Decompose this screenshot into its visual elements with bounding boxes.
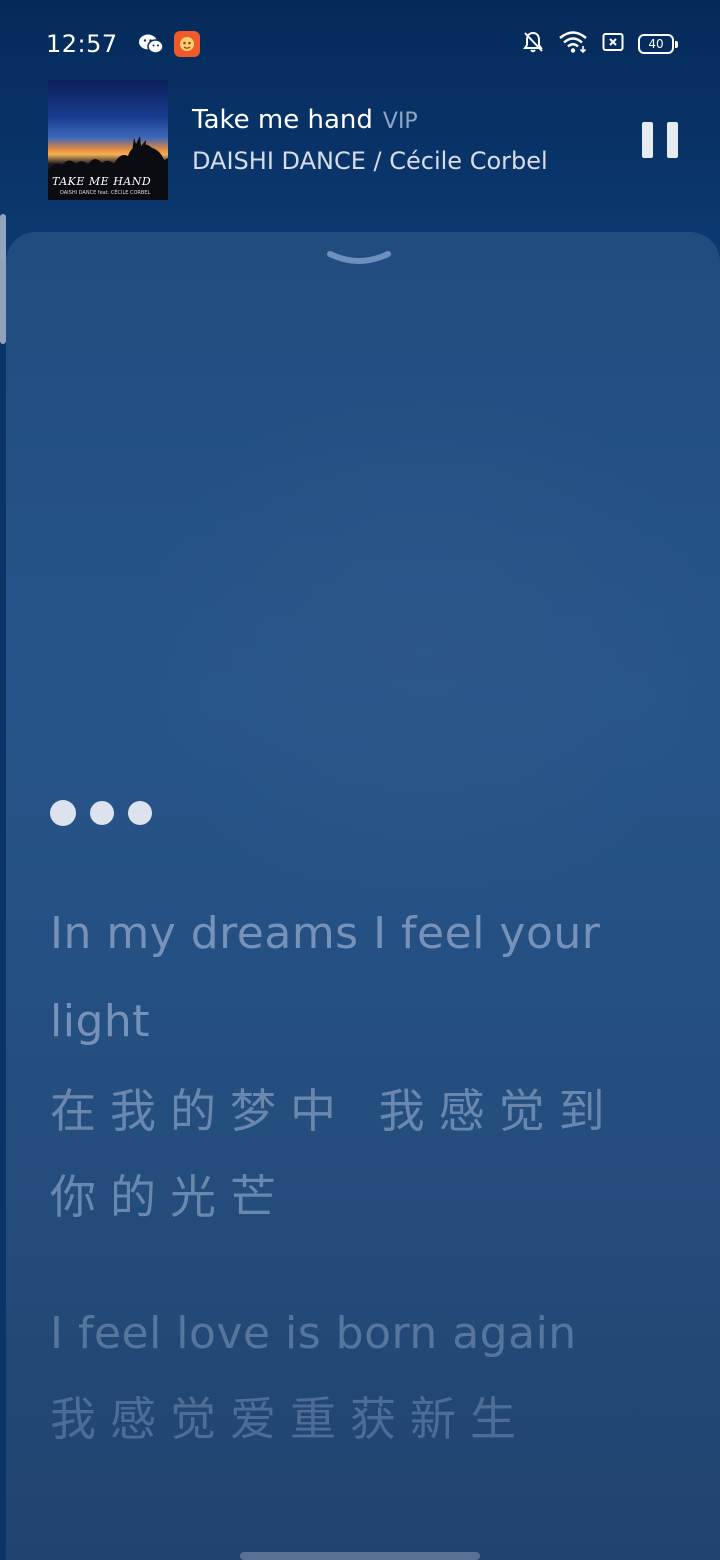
lyric-text-en: I feel love is born again (50, 1308, 577, 1359)
bell-muted-icon (522, 30, 544, 58)
track-title: Take me hand (192, 105, 373, 135)
album-art[interactable]: TAKE ME HAND DAISHI DANCE feat. CÉCILE C… (48, 80, 168, 200)
vip-badge: VIP (382, 109, 418, 134)
app-notification-icon (173, 31, 200, 57)
mini-player[interactable]: TAKE ME HAND DAISHI DANCE feat. CÉCILE C… (48, 80, 678, 200)
track-info[interactable]: Take me hand VIP DAISHI DANCE / Cécile C… (192, 105, 548, 175)
lyric-line-en[interactable]: In my dreams I feel your light (50, 890, 670, 1066)
lyrics-sheet[interactable]: In my dreams I feel your light 在我的梦中 我感觉… (6, 232, 720, 1560)
dot (50, 800, 76, 826)
lyric-line-en[interactable]: I feel love is born again (50, 1290, 670, 1378)
album-art-title: TAKE ME HAND (52, 175, 152, 188)
lyric-line-zh[interactable]: 在我的梦中 我感觉到你的光芒 (50, 1068, 670, 1240)
lyrics-loading-dots (50, 800, 152, 826)
battery-icon: 40 (638, 34, 678, 54)
sim-icon (602, 32, 624, 56)
track-title-row: Take me hand VIP (192, 105, 548, 135)
dot (128, 801, 152, 825)
status-time: 12:57 (46, 30, 118, 58)
status-icons: 40 (522, 30, 678, 58)
dot (90, 801, 114, 825)
lyric-text-zh: 我感觉爱重获新生 (50, 1392, 530, 1446)
chevron-down-icon[interactable] (326, 246, 392, 272)
pause-button[interactable] (642, 122, 678, 158)
home-indicator[interactable] (240, 1552, 480, 1560)
wechat-icon (138, 33, 164, 55)
lyric-text-zh: 在我的梦中 我感觉到你的光芒 (50, 1084, 619, 1224)
status-bar: 12:57 40 (0, 0, 720, 88)
track-artist: DAISHI DANCE / Cécile Corbel (192, 147, 548, 175)
album-art-subtitle: DAISHI DANCE feat. CÉCILE CORBEL (60, 190, 151, 196)
pause-icon-bar-right (667, 122, 678, 158)
lyric-text-en: In my dreams I feel your light (50, 908, 601, 1047)
wifi-icon (558, 30, 588, 58)
lyric-line-zh[interactable]: 我感觉爱重获新生 (50, 1376, 670, 1462)
pause-icon-bar-left (642, 122, 653, 158)
